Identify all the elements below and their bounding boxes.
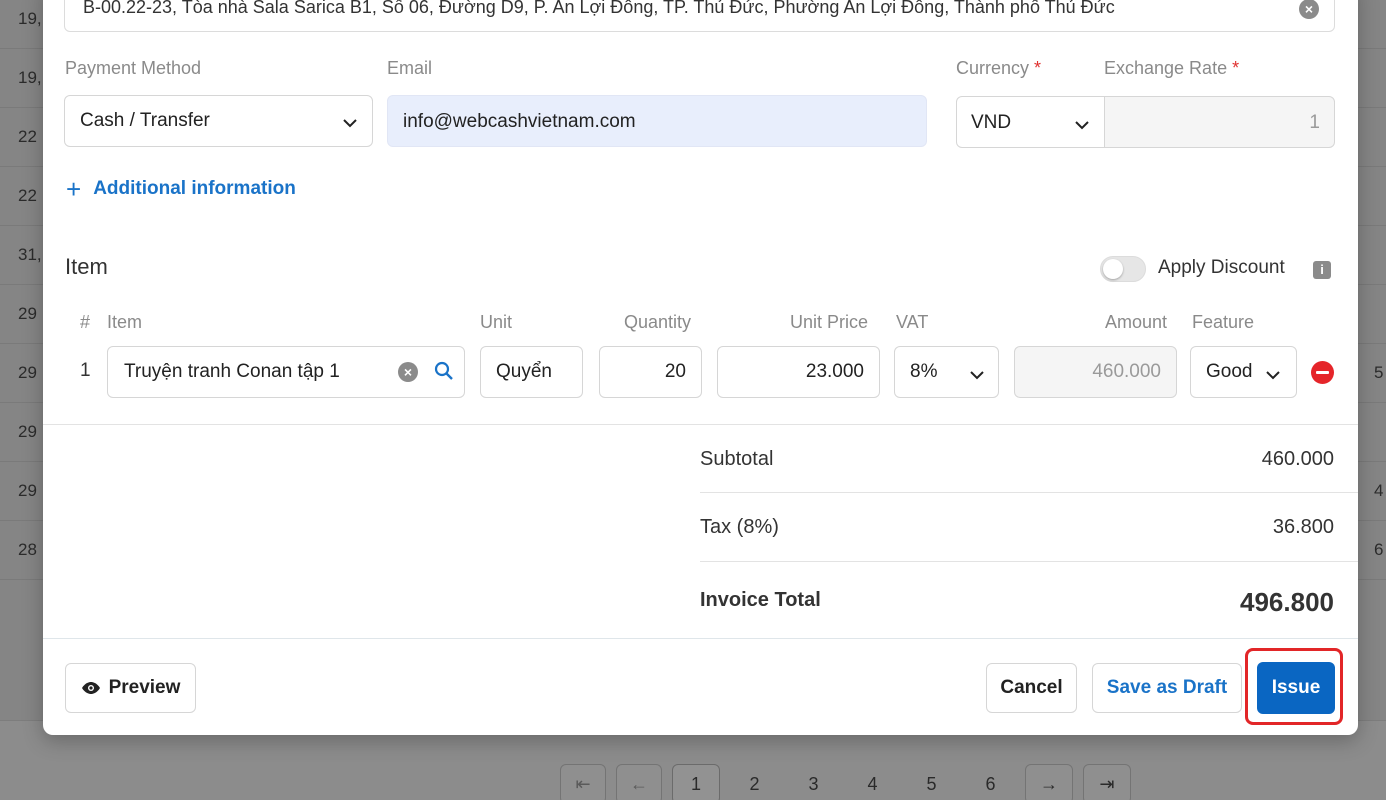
- chevron-down-icon: [1075, 121, 1089, 130]
- exchange-rate-label: Exchange Rate *: [1104, 58, 1240, 78]
- unit-field[interactable]: Quyển: [480, 346, 583, 398]
- cancel-button[interactable]: Cancel: [986, 663, 1077, 713]
- email-label: Email: [387, 58, 433, 78]
- additional-information-label: Additional information: [93, 178, 296, 199]
- address-value: B-00.22-23, Tòa nhà Sala Sarica B1, Số 0…: [83, 0, 1115, 17]
- table-cell: 22: [18, 186, 37, 205]
- page-button[interactable]: 5: [907, 764, 956, 800]
- column-header-item: Item: [107, 312, 143, 332]
- table-cell: 4: [1374, 481, 1384, 500]
- footer-divider: [43, 638, 1358, 639]
- summary-divider: [700, 561, 1358, 562]
- unit-price-value: 23.000: [805, 361, 864, 382]
- table-cell: 29: [18, 363, 37, 382]
- column-header-number: #: [80, 312, 91, 332]
- email-field[interactable]: info@webcashvietnam.com: [387, 95, 927, 147]
- address-field[interactable]: B-00.22-23, Tòa nhà Sala Sarica B1, Số 0…: [64, 0, 1335, 32]
- payment-method-select[interactable]: Cash / Transfer: [64, 95, 373, 147]
- issue-label: Issue: [1271, 677, 1321, 698]
- page-button[interactable]: 3: [789, 764, 838, 800]
- table-cell: 29: [18, 481, 37, 500]
- pagination: ⇤ ← 1 2 3 4 5 6 → ⇥: [560, 764, 1131, 800]
- clear-icon[interactable]: ×: [398, 362, 418, 382]
- feature-value: Good: [1206, 361, 1252, 382]
- table-cell: 19,: [18, 68, 42, 87]
- column-header-unit: Unit: [480, 312, 513, 332]
- currency-value: VND: [971, 112, 1012, 133]
- currency-label: Currency *: [956, 58, 1042, 78]
- vat-value: 8%: [910, 361, 938, 382]
- remove-row-icon[interactable]: [1311, 361, 1334, 384]
- search-icon[interactable]: [434, 361, 454, 381]
- column-header-vat: VAT: [896, 312, 929, 332]
- subtotal-value: 460.000: [1261, 448, 1334, 470]
- additional-information-link[interactable]: + Additional information: [66, 174, 296, 204]
- toggle-knob: [1103, 259, 1123, 279]
- chevron-down-icon: [343, 119, 357, 128]
- save-as-draft-button[interactable]: Save as Draft: [1092, 663, 1242, 713]
- table-cell: 28: [18, 540, 37, 559]
- last-page-button[interactable]: ⇥: [1083, 764, 1131, 800]
- table-cell: 22: [18, 127, 37, 146]
- email-value: info@webcashvietnam.com: [403, 111, 636, 132]
- plus-icon: +: [66, 174, 82, 204]
- payment-method-label: Payment Method: [65, 58, 202, 78]
- column-header-amount: Amount: [1105, 312, 1168, 332]
- unit-price-field[interactable]: 23.000: [717, 346, 880, 398]
- table-cell: 19,: [18, 9, 42, 28]
- chevron-down-icon: [1266, 371, 1280, 380]
- amount-value: 460.000: [1092, 361, 1161, 382]
- info-icon[interactable]: i: [1313, 261, 1331, 279]
- summary-divider: [700, 492, 1358, 493]
- page-button[interactable]: 1: [672, 764, 720, 800]
- column-header-quantity: Quantity: [624, 312, 692, 332]
- page-button[interactable]: 6: [966, 764, 1015, 800]
- tax-label: Tax (8%): [700, 516, 779, 538]
- preview-label: Preview: [108, 677, 181, 698]
- amount-field: 460.000: [1014, 346, 1177, 398]
- next-page-button[interactable]: →: [1025, 764, 1073, 800]
- apply-discount-label: Apply Discount: [1158, 257, 1285, 278]
- first-page-button[interactable]: ⇤: [560, 764, 606, 800]
- item-name-value: Truyện tranh Conan tập 1: [124, 361, 340, 382]
- currency-select[interactable]: VND: [956, 96, 1105, 148]
- table-cell: 5: [1374, 363, 1384, 382]
- vat-select[interactable]: 8%: [894, 346, 999, 398]
- quantity-value: 20: [664, 361, 686, 382]
- tax-value: 36.800: [1272, 516, 1334, 538]
- table-cell: 31,: [18, 245, 42, 264]
- table-cell: 29: [18, 422, 37, 441]
- quantity-field[interactable]: 20: [599, 346, 702, 398]
- apply-discount-toggle[interactable]: [1100, 256, 1146, 282]
- prev-page-button[interactable]: ←: [616, 764, 662, 800]
- item-section-title: Item: [65, 254, 108, 279]
- cancel-label: Cancel: [1000, 677, 1063, 698]
- exchange-rate-value: 1: [1309, 112, 1320, 133]
- column-header-feature: Feature: [1192, 312, 1255, 332]
- section-divider: [43, 424, 1358, 425]
- page-button[interactable]: 2: [730, 764, 779, 800]
- invoice-total-value: 496.800: [1240, 587, 1334, 617]
- payment-method-value: Cash / Transfer: [80, 110, 210, 131]
- issue-button[interactable]: Issue: [1257, 662, 1335, 714]
- invoice-total-label: Invoice Total: [700, 589, 821, 611]
- row-number: 1: [80, 360, 91, 381]
- table-cell: 29: [18, 304, 37, 323]
- item-name-field[interactable]: Truyện tranh Conan tập 1 ×: [107, 346, 465, 398]
- chevron-down-icon: [970, 371, 984, 380]
- column-header-unit-price: Unit Price: [790, 312, 869, 332]
- table-cell: 6: [1374, 540, 1384, 559]
- clear-icon[interactable]: ×: [1299, 0, 1319, 19]
- subtotal-label: Subtotal: [700, 448, 774, 470]
- exchange-rate-field[interactable]: 1: [1104, 96, 1335, 148]
- page-button[interactable]: 4: [848, 764, 897, 800]
- save-as-draft-label: Save as Draft: [1106, 677, 1228, 698]
- feature-select[interactable]: Good: [1190, 346, 1297, 398]
- eye-icon: [81, 682, 100, 694]
- unit-value: Quyển: [496, 361, 552, 382]
- preview-button[interactable]: Preview: [65, 663, 196, 713]
